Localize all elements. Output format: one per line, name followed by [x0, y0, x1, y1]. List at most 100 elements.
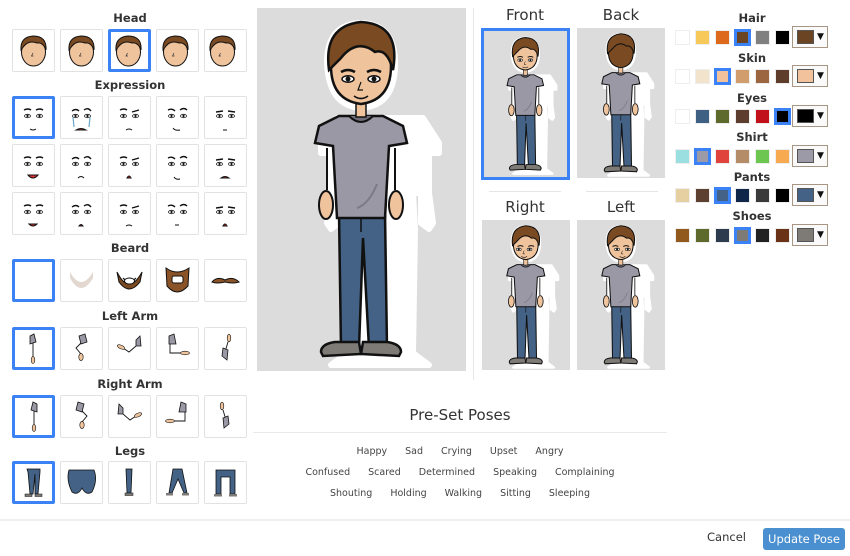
shirt-swatch[interactable]	[755, 149, 770, 164]
left-arm-option-raised-out[interactable]	[108, 327, 151, 370]
skin-swatch[interactable]	[695, 69, 710, 84]
preset-pose-link[interactable]: Complaining	[555, 467, 615, 478]
skin-swatch[interactable]	[735, 69, 750, 84]
head-option-head-5[interactable]	[204, 29, 247, 72]
beard-option-mustache[interactable]	[204, 259, 247, 302]
hair-swatch[interactable]	[775, 30, 790, 45]
expression-option-laughing[interactable]	[12, 144, 55, 187]
head-option-head-3[interactable]	[108, 29, 151, 72]
right-arm-option-raised-out[interactable]	[108, 395, 151, 438]
pants-swatch[interactable]	[675, 188, 690, 203]
expression-option-scared[interactable]	[204, 144, 247, 187]
legs-option-sitting[interactable]	[60, 461, 103, 504]
right-arm-option-bent-forward[interactable]	[156, 395, 199, 438]
left-arm-option-hand-up[interactable]	[204, 327, 247, 370]
hair-swatch[interactable]	[734, 29, 751, 46]
preset-pose-link[interactable]: Sad	[405, 446, 423, 457]
preset-pose-link[interactable]: Determined	[419, 467, 475, 478]
hair-color-picker[interactable]: ▼	[792, 26, 828, 48]
legs-option-side[interactable]	[108, 461, 151, 504]
view-front[interactable]	[481, 28, 570, 180]
preset-pose-link[interactable]: Crying	[441, 446, 472, 457]
preset-pose-link[interactable]: Angry	[535, 446, 563, 457]
shoes-swatch[interactable]	[775, 228, 790, 243]
shirt-swatch[interactable]	[675, 149, 690, 164]
hair-swatch[interactable]	[695, 30, 710, 45]
eyes-swatch[interactable]	[695, 109, 710, 124]
update-pose-button[interactable]: Update Pose	[763, 528, 845, 550]
expression-option-blank[interactable]	[156, 192, 199, 235]
pants-swatch[interactable]	[755, 188, 770, 203]
beard-option-goatee-beard[interactable]	[108, 259, 151, 302]
view-left[interactable]	[577, 220, 665, 370]
expression-option-crying[interactable]	[60, 96, 103, 139]
eyes-swatch[interactable]	[755, 109, 770, 124]
legs-option-spread[interactable]	[156, 461, 199, 504]
shirt-swatch[interactable]	[735, 149, 750, 164]
eyes-swatch[interactable]	[675, 109, 690, 124]
eyes-color-picker[interactable]: ▼	[792, 105, 828, 127]
preset-pose-link[interactable]: Happy	[357, 446, 388, 457]
hair-swatch[interactable]	[755, 30, 770, 45]
legs-option-wide[interactable]	[204, 461, 247, 504]
head-option-head-1[interactable]	[12, 29, 55, 72]
eyes-swatch[interactable]	[774, 108, 791, 125]
preset-pose-link[interactable]: Confused	[305, 467, 350, 478]
expression-option-sneer[interactable]	[156, 144, 199, 187]
skin-swatch[interactable]	[775, 69, 790, 84]
expression-option-frown-angry[interactable]	[60, 144, 103, 187]
view-back[interactable]	[577, 28, 665, 178]
skin-swatch[interactable]	[714, 68, 731, 85]
expression-option-surprised[interactable]	[204, 192, 247, 235]
left-arm-option-down[interactable]	[12, 327, 55, 370]
shirt-swatch[interactable]	[715, 149, 730, 164]
expression-option-sleepy[interactable]	[204, 96, 247, 139]
hair-swatch[interactable]	[675, 30, 690, 45]
shirt-swatch[interactable]	[775, 149, 790, 164]
expression-option-skeptical[interactable]	[108, 96, 151, 139]
eyes-swatch[interactable]	[735, 109, 750, 124]
pants-swatch[interactable]	[695, 188, 710, 203]
preset-pose-link[interactable]: Sitting	[500, 488, 531, 499]
left-arm-option-hand-on-hip[interactable]	[60, 327, 103, 370]
skin-swatch[interactable]	[675, 69, 690, 84]
preset-pose-link[interactable]: Holding	[390, 488, 426, 499]
shoes-swatch[interactable]	[675, 228, 690, 243]
expression-option-neutral-smile[interactable]	[12, 96, 55, 139]
shoes-swatch[interactable]	[734, 227, 751, 244]
pants-swatch[interactable]	[775, 188, 790, 203]
shoes-swatch[interactable]	[695, 228, 710, 243]
left-arm-option-bent-forward[interactable]	[156, 327, 199, 370]
preset-pose-link[interactable]: Walking	[445, 488, 482, 499]
preset-pose-link[interactable]: Sleeping	[549, 488, 590, 499]
preset-pose-link[interactable]: Shouting	[330, 488, 372, 499]
pants-color-picker[interactable]: ▼	[792, 184, 828, 206]
skin-swatch[interactable]	[755, 69, 770, 84]
expression-option-shocked-angry[interactable]	[108, 144, 151, 187]
expression-option-angry-frown[interactable]	[108, 192, 151, 235]
beard-option-light-beard[interactable]	[60, 259, 103, 302]
shirt-color-picker[interactable]: ▼	[792, 145, 828, 167]
shoes-swatch[interactable]	[715, 228, 730, 243]
skin-color-picker[interactable]: ▼	[792, 65, 828, 87]
preset-pose-link[interactable]: Scared	[368, 467, 401, 478]
beard-option-full-beard[interactable]	[156, 259, 199, 302]
shoes-color-picker[interactable]: ▼	[792, 224, 828, 246]
eyes-swatch[interactable]	[715, 109, 730, 124]
view-right[interactable]	[482, 220, 570, 370]
legs-option-standing[interactable]	[12, 461, 55, 504]
hair-swatch[interactable]	[715, 30, 730, 45]
shoes-swatch[interactable]	[755, 228, 770, 243]
pants-swatch[interactable]	[714, 187, 731, 204]
preset-pose-link[interactable]: Upset	[490, 446, 518, 457]
head-option-head-4[interactable]	[156, 29, 199, 72]
beard-option-none[interactable]	[12, 259, 55, 302]
head-option-head-2[interactable]	[60, 29, 103, 72]
right-arm-option-hand-up[interactable]	[204, 395, 247, 438]
right-arm-option-down[interactable]	[12, 395, 55, 438]
preset-pose-link[interactable]: Speaking	[493, 467, 537, 478]
expression-option-upset-open[interactable]	[60, 192, 103, 235]
expression-option-smirk[interactable]	[156, 96, 199, 139]
shirt-swatch[interactable]	[694, 148, 711, 165]
right-arm-option-hand-on-hip[interactable]	[60, 395, 103, 438]
